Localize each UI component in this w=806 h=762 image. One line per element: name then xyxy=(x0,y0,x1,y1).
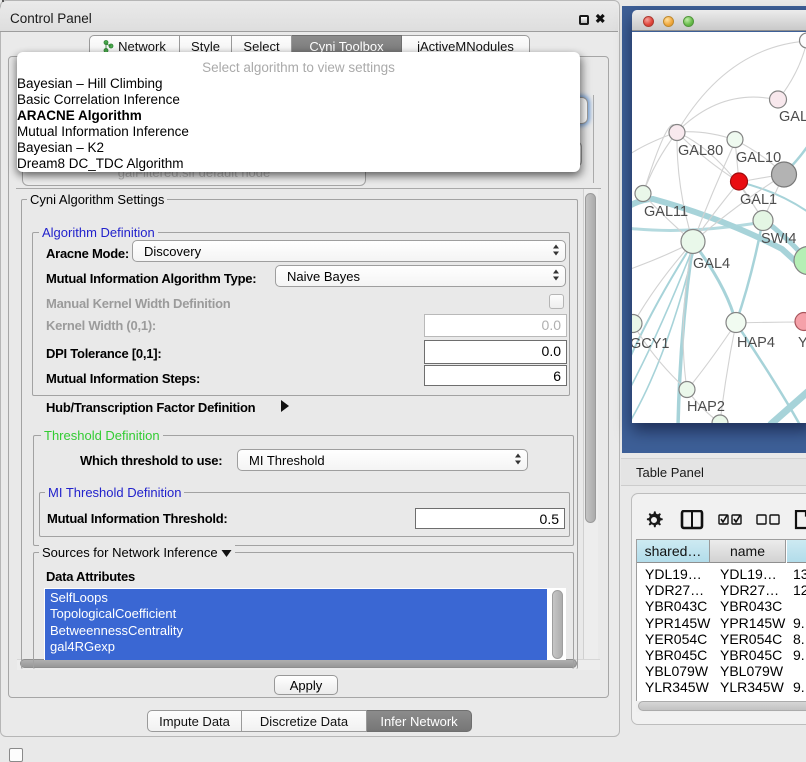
svg-text:GAL4: GAL4 xyxy=(693,256,730,272)
svg-text:HAP4: HAP4 xyxy=(737,335,775,351)
svg-text:GCY1: GCY1 xyxy=(632,336,670,352)
svg-text:GAL10: GAL10 xyxy=(736,150,781,166)
svg-text:HAP2: HAP2 xyxy=(687,399,725,415)
svg-text:Y: Y xyxy=(798,335,806,351)
svg-text:SWI4: SWI4 xyxy=(761,231,796,247)
svg-text:GAL7: GAL7 xyxy=(779,109,806,125)
svg-text:GAL1: GAL1 xyxy=(740,192,777,208)
svg-text:GAL11: GAL11 xyxy=(644,204,688,220)
svg-text:GAL80: GAL80 xyxy=(678,143,723,159)
